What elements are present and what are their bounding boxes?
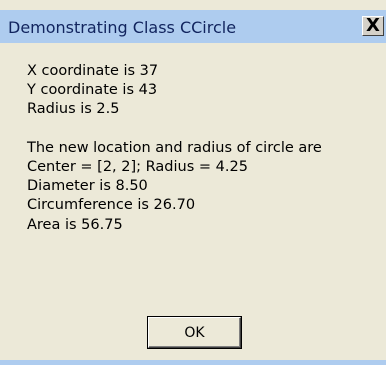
close-icon: X [366, 15, 380, 36]
message-line-area: Area is 56.75 [27, 216, 123, 233]
message-box-window: Demonstrating Class CCircle X X coordina… [0, 10, 386, 365]
screen: Demonstrating Class CCircle X X coordina… [0, 0, 386, 365]
message-line-diameter: Diameter is 8.50 [27, 178, 148, 195]
window-bottom-border [0, 360, 386, 365]
message-line-radius: Radius is 2.5 [27, 101, 120, 118]
window-title: Demonstrating Class CCircle [8, 18, 237, 37]
dialog-body: X coordinate is 37 Y coordinate is 43 Ra… [0, 43, 386, 365]
message-text: X coordinate is 37 Y coordinate is 43 Ra… [27, 62, 322, 235]
message-line-y-coordinate: Y coordinate is 43 [27, 82, 158, 99]
message-line-new-location-heading: The new location and radius of circle ar… [27, 139, 322, 156]
close-button[interactable]: X [362, 16, 384, 36]
message-line-circumference: Circumference is 26.70 [27, 197, 196, 214]
message-line-x-coordinate: X coordinate is 37 [27, 63, 159, 79]
message-line-center-radius: Center = [2, 2]; Radius = 4.25 [27, 159, 248, 175]
title-bar[interactable]: Demonstrating Class CCircle X [0, 10, 386, 43]
ok-button[interactable]: OK [148, 317, 241, 348]
